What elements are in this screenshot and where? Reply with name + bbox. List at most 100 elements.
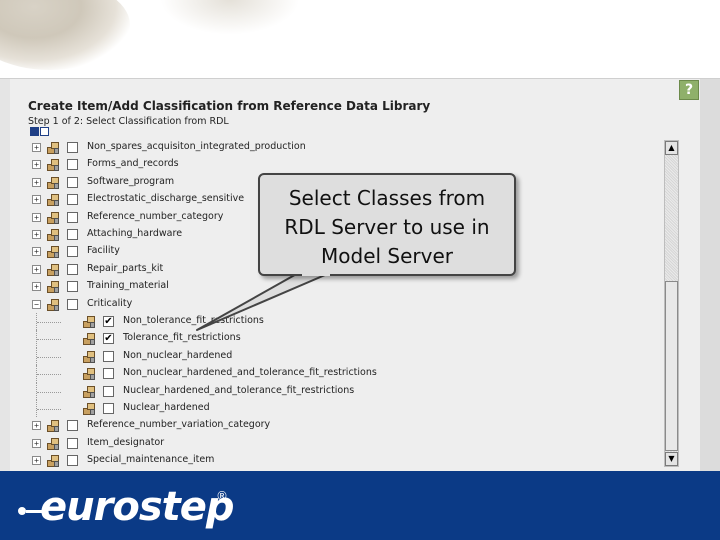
- help-icon[interactable]: ?: [679, 80, 699, 100]
- tree-row[interactable]: + Non_spares_acquisiton_integrated_produc…: [30, 139, 630, 156]
- tree-node-label[interactable]: Special_maintenance_item: [87, 454, 214, 465]
- classification-node-icon: [46, 158, 60, 172]
- callout-text: Select Classes from RDL Server to use in…: [260, 184, 514, 271]
- top-decoration-area: [0, 0, 720, 78]
- tree-expander-icon[interactable]: +: [32, 456, 41, 466]
- tree-expander-icon[interactable]: +: [32, 421, 41, 431]
- tree-row[interactable]: + Reference_number_variation_category: [30, 417, 630, 434]
- tree-checkbox[interactable]: [67, 159, 78, 171]
- registered-mark: ®: [216, 489, 228, 503]
- tree-checkbox[interactable]: [67, 211, 78, 223]
- tree-node-label[interactable]: Non_nuclear_hardened_and_tolerance_fit_r…: [123, 367, 377, 378]
- classification-node-icon: [46, 228, 60, 242]
- classification-node-icon: [82, 350, 96, 364]
- tree-node-label[interactable]: Software_program: [87, 176, 174, 187]
- tree-node-label[interactable]: Reference_number_variation_category: [87, 419, 270, 430]
- tree-node-label[interactable]: Criticality: [87, 298, 132, 309]
- tree-checkbox[interactable]: [67, 281, 78, 293]
- tree-checkbox[interactable]: [67, 176, 78, 188]
- tree-node-label[interactable]: Non_nuclear_hardened: [123, 350, 232, 361]
- tree-node-label[interactable]: Facility: [87, 245, 120, 256]
- tree-row[interactable]: Nuclear_hardened_and_tolerance_fit_restr…: [30, 382, 630, 400]
- tree-checkbox[interactable]: [103, 385, 114, 397]
- tree-checkbox[interactable]: [67, 246, 78, 258]
- classification-node-icon: [46, 298, 60, 312]
- tree-row[interactable]: − Criticality: [30, 296, 630, 313]
- tree-node-label[interactable]: Attaching_hardware: [87, 228, 182, 239]
- tree-checkbox[interactable]: ✔: [103, 316, 114, 327]
- callout-line-2: RDL Server to use in: [284, 215, 490, 239]
- tree-node-label[interactable]: Electrostatic_discharge_sensitive: [87, 193, 244, 204]
- classification-node-icon: [82, 367, 96, 381]
- tree-expander-icon[interactable]: +: [32, 282, 41, 292]
- tree-node-label[interactable]: Nuclear_hardened_and_tolerance_fit_restr…: [123, 385, 354, 396]
- tree-checkbox[interactable]: [67, 420, 78, 432]
- tree-node-label[interactable]: Non_spares_acquisiton_integrated_product…: [87, 141, 306, 152]
- classification-node-icon: [46, 176, 60, 190]
- tree-checkbox[interactable]: ✔: [103, 333, 114, 345]
- tree-row[interactable]: Non_nuclear_hardened_and_tolerance_fit_r…: [30, 365, 630, 383]
- tree-expander-icon[interactable]: −: [32, 299, 41, 309]
- tree-checkbox[interactable]: [103, 403, 114, 414]
- tree-checkbox[interactable]: [67, 142, 78, 153]
- tree-checkbox[interactable]: [67, 437, 78, 449]
- tree-connector-horizontal: [37, 322, 61, 323]
- tree-expander-icon[interactable]: +: [32, 177, 41, 187]
- classification-node-icon: [46, 245, 60, 259]
- tree-row[interactable]: ✔ Non_tolerance_fit_restrictions: [30, 313, 630, 331]
- tree-checkbox[interactable]: [103, 350, 114, 362]
- tree-node-label[interactable]: Reference_number_category: [87, 211, 223, 222]
- tree-expander-icon[interactable]: +: [32, 230, 41, 239]
- tree-checkbox[interactable]: [103, 368, 114, 380]
- tree-row[interactable]: + Forms_and_records: [30, 156, 630, 173]
- tree-node-label[interactable]: Tolerance_fit_restrictions: [123, 332, 241, 343]
- classification-node-icon: [82, 332, 96, 346]
- tree-connector-horizontal: [37, 356, 61, 358]
- tree-expander-icon[interactable]: +: [32, 195, 41, 205]
- scroll-thumb[interactable]: [665, 281, 678, 451]
- dialog-title: Create Item/Add Classification from Refe…: [28, 99, 431, 113]
- tree-row[interactable]: + Item_designator: [30, 435, 630, 452]
- callout-bubble: Select Classes from RDL Server to use in…: [258, 173, 516, 276]
- tree-checkbox[interactable]: [67, 455, 78, 467]
- tree-checkbox[interactable]: [67, 298, 78, 310]
- tree-connector-horizontal: [37, 391, 61, 393]
- tree-checkbox[interactable]: [67, 263, 78, 275]
- callout-line-1: Select Classes from: [288, 186, 486, 210]
- classification-node-icon: [46, 193, 60, 207]
- classification-node-icon: [46, 419, 60, 433]
- logo-dot: [18, 507, 26, 515]
- classification-node-icon: [82, 385, 96, 399]
- tree-row[interactable]: ✔ Tolerance_fit_restrictions: [30, 330, 630, 348]
- tree-node-label[interactable]: Item_designator: [87, 437, 164, 448]
- tree-row[interactable]: Non_nuclear_hardened: [30, 347, 630, 366]
- tree-checkbox[interactable]: [67, 194, 78, 206]
- classification-node-icon: [46, 454, 60, 468]
- eurostep-logo: eurostep ®: [18, 479, 238, 535]
- tree-expander-icon[interactable]: +: [32, 212, 41, 222]
- tree-node-label[interactable]: Forms_and_records: [87, 158, 179, 169]
- tree-expander-icon[interactable]: +: [32, 160, 41, 170]
- tree-row[interactable]: + Training_material: [30, 278, 630, 295]
- step-label: Step 1 of 2: Select Classification from …: [28, 116, 229, 127]
- tree-scrollbar[interactable]: ▲ ▼: [664, 140, 679, 467]
- classification-node-icon: [82, 402, 96, 416]
- tree-node-label[interactable]: Repair_parts_kit: [87, 263, 163, 274]
- tree-row[interactable]: + Special_maintenance_item: [30, 452, 630, 469]
- tree-connector-horizontal: [37, 339, 61, 341]
- tree-node-label[interactable]: Training_material: [87, 280, 169, 291]
- tree-connector-horizontal: [37, 374, 61, 376]
- classification-node-icon: [46, 211, 60, 225]
- tree-expander-icon[interactable]: +: [32, 264, 41, 274]
- tree-expander-icon[interactable]: +: [32, 247, 41, 257]
- tree-node-label[interactable]: Non_tolerance_fit_restrictions: [123, 315, 264, 326]
- tree-expander-icon[interactable]: +: [32, 438, 41, 448]
- tree-expander-icon[interactable]: +: [32, 143, 41, 152]
- tree-checkbox[interactable]: [67, 229, 78, 240]
- scroll-down-icon[interactable]: ▼: [665, 452, 678, 466]
- logo-wordmark: eurostep: [40, 484, 235, 530]
- scroll-up-icon[interactable]: ▲: [665, 141, 678, 155]
- tree-row[interactable]: Nuclear_hardened: [30, 400, 630, 418]
- classification-node-icon: [46, 437, 60, 451]
- tree-node-label[interactable]: Nuclear_hardened: [123, 402, 210, 413]
